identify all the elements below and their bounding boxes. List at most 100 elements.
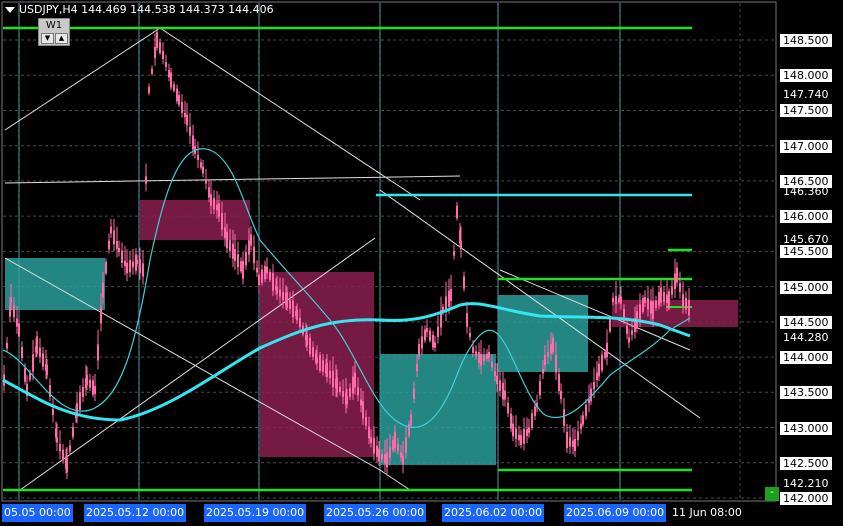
candle-body [69, 445, 71, 452]
candle-body [450, 289, 452, 301]
candle-body [240, 261, 242, 272]
candle-body [36, 336, 38, 354]
candle-body [336, 377, 338, 393]
candle-body [357, 387, 359, 396]
candle-body [563, 409, 565, 426]
candle-body [528, 427, 530, 433]
candle-body [368, 426, 370, 439]
candle-body [269, 271, 271, 281]
candle-body [176, 88, 178, 102]
arrow-up-icon[interactable]: ▲ [55, 33, 68, 44]
price-tick-label: 144.000 [780, 351, 832, 365]
candle-body [110, 226, 112, 234]
time-tick-label: 2025.05.26 00:00 [324, 504, 427, 522]
candle-body [326, 362, 328, 378]
candle-body [466, 313, 468, 327]
candle-body [352, 376, 354, 394]
candle-body [671, 286, 673, 295]
candle-body [606, 342, 608, 358]
price-tick-label: 146.000 [780, 210, 832, 224]
candle-body [151, 68, 153, 74]
candle-body [644, 297, 646, 303]
candle-body [266, 266, 268, 274]
w1-label: W1 [45, 20, 63, 31]
candle-body [248, 240, 250, 255]
candle-body [526, 429, 528, 436]
candle-body [432, 334, 434, 348]
candle-body [102, 282, 104, 298]
candle-body [655, 300, 657, 308]
dropdown-triangle-icon[interactable] [5, 7, 15, 13]
candle-body [221, 212, 223, 230]
candle-body [39, 347, 41, 358]
candle-body [282, 291, 284, 301]
candle-body [292, 300, 294, 318]
candle-body [24, 368, 26, 382]
candle-body [21, 347, 23, 358]
candle-body [216, 204, 218, 211]
trend-line [379, 469, 411, 491]
candle-body [523, 428, 525, 444]
candle-body [405, 437, 407, 453]
candle-body [192, 135, 194, 150]
candle-body [6, 342, 8, 349]
price-tick-label: 145.500 [780, 245, 832, 259]
candle-body [349, 388, 351, 397]
candle-body [469, 332, 471, 338]
candle-body [437, 326, 439, 337]
candle-body [499, 380, 501, 391]
candle-body [483, 355, 485, 361]
candle-body [596, 372, 598, 380]
candle-body [253, 246, 255, 264]
candle-body [394, 431, 396, 449]
candle-body [370, 437, 372, 443]
candle-body [118, 247, 120, 253]
low-value: 144.373 [179, 3, 225, 16]
candle-body [319, 355, 321, 371]
candle-body [10, 297, 12, 303]
candle-body [272, 273, 274, 291]
candle-body [392, 439, 394, 451]
chart-header: USDJPY,H4 144.469 144.538 144.373 144.40… [2, 3, 274, 19]
candle-body [229, 240, 231, 252]
candle-body [507, 402, 509, 414]
w1-object-panel[interactable]: W1 ▼ ▲ [38, 18, 70, 46]
candle-body [365, 416, 367, 426]
candle-body [566, 431, 568, 449]
candle-body [688, 299, 690, 316]
arrow-down-icon[interactable]: ▼ [41, 33, 54, 44]
candle-body [478, 352, 480, 363]
price-tick-label: 145.000 [780, 280, 832, 294]
time-tick-label: 2025.06.02 00:00 [442, 504, 545, 522]
candle-body [142, 263, 144, 277]
candle-body [381, 454, 383, 460]
candle-body [488, 351, 490, 359]
candle-body [389, 447, 391, 458]
candle-body [475, 351, 477, 357]
candle-body [639, 304, 641, 321]
candle-body [620, 296, 622, 304]
candle-body [558, 373, 560, 392]
candle-body [666, 294, 668, 303]
trading-chart-window[interactable]: { "header": { "symbol": "USDJPY,H4", "op… [0, 0, 843, 526]
candle-body [309, 337, 311, 355]
candle-body [631, 330, 633, 335]
candle-body [472, 347, 474, 353]
candle-body [105, 261, 107, 274]
candle-body [346, 396, 348, 404]
candle-body [279, 289, 281, 297]
trend-line [4, 175, 461, 184]
candle-body [189, 126, 191, 136]
candle-body [682, 294, 684, 306]
high-value: 144.538 [130, 3, 176, 16]
candle-body [574, 438, 576, 452]
candle-body [512, 423, 514, 437]
candle-body [250, 234, 252, 246]
autoscroll-indicator-icon[interactable]: - [765, 487, 779, 501]
candle-body [585, 404, 587, 417]
price-chart-canvas[interactable] [0, 0, 843, 526]
candle-body [496, 375, 498, 385]
candle-body [56, 437, 58, 443]
time-tick-label: 2025.05.19 00:00 [204, 504, 307, 522]
candle-body [234, 249, 236, 261]
